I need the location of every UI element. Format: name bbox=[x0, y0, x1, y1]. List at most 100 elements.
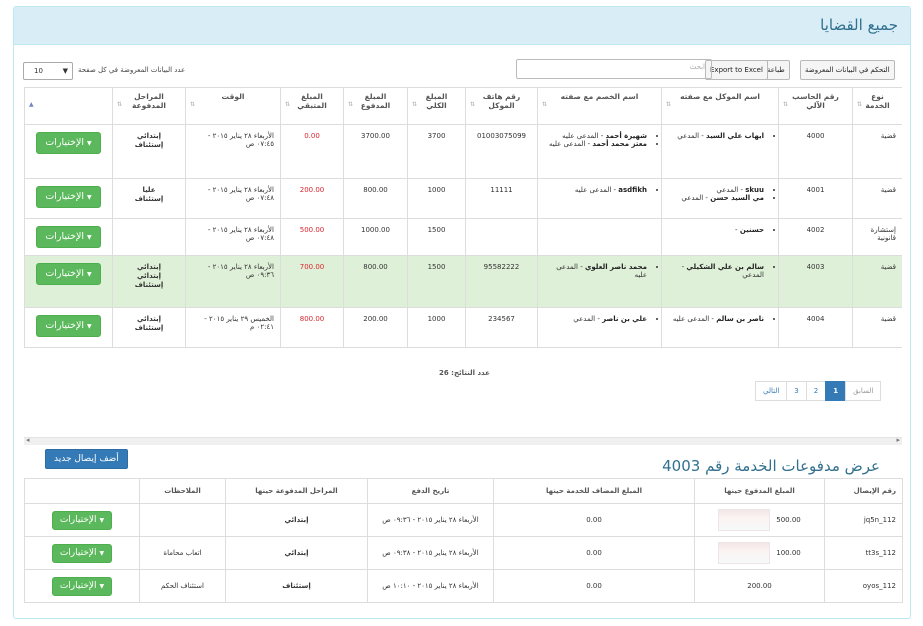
case-row[interactable]: قضية4000 ايهاب علي السيد - المدعي شهيرة أح… bbox=[24, 124, 902, 179]
th-time[interactable]: الوقت ⇅ bbox=[185, 87, 281, 125]
th-client-phone[interactable]: رقم هاتف الموكل ⇅ bbox=[465, 87, 538, 125]
pagination: التالي 3 2 1 السابق bbox=[755, 381, 882, 401]
pagination-next[interactable]: التالي bbox=[755, 381, 788, 401]
pagination-prev[interactable]: السابق bbox=[845, 381, 882, 401]
scroll-left-icon[interactable]: ◂ bbox=[26, 436, 30, 444]
action-label: الإختيارات bbox=[45, 231, 85, 242]
pagination-page-3[interactable]: 3 bbox=[786, 381, 807, 401]
cell-clients: حسنين - bbox=[661, 218, 779, 256]
payment-actions-button[interactable]: ▼الإختيارات bbox=[51, 576, 113, 596]
payment-actions-button[interactable]: ▼الإختيارات bbox=[51, 543, 113, 563]
th-paid-stages[interactable]: المراحل المدفوعة ⇅ bbox=[112, 87, 186, 125]
cell-time: الأربعاء ٢٨ يناير ٢٠١٥ - ٠٩:٣٦ ص bbox=[185, 255, 281, 308]
th-computer-number[interactable]: رقم الحاسب الآلي ⇅ bbox=[778, 87, 853, 125]
cell-stages: عليا إستئناف bbox=[112, 178, 186, 219]
header-label: المبلغ المدفوع bbox=[360, 92, 391, 110]
receipt-thumbnail[interactable] bbox=[718, 509, 771, 531]
payment-row[interactable]: 112_oyos 200.00 0.00 الأربعاء ٢٨ يناير ٢٠١٥… bbox=[24, 569, 903, 603]
cell-opponents bbox=[537, 218, 662, 256]
scroll-right-icon[interactable]: ▸ bbox=[896, 436, 900, 444]
person-item: محمد ناصر العلوي - المدعى عليه bbox=[544, 263, 647, 279]
case-actions-button[interactable]: ▼الإختيارات bbox=[36, 132, 101, 154]
caret-down-icon: ▼ bbox=[87, 194, 92, 201]
th-paid-then: المبلغ المدفوع حينها bbox=[694, 478, 825, 504]
header-label: المبلغ المتبقي bbox=[297, 92, 327, 110]
cell-phone: 95582222 bbox=[465, 255, 538, 308]
cell-type: قضية bbox=[852, 178, 902, 219]
sort-icon[interactable]: ⇅ bbox=[348, 101, 353, 108]
sort-icon[interactable]: ⇅ bbox=[190, 101, 195, 108]
opponents-list: علي بن ناصر - المدعي bbox=[544, 315, 655, 323]
cell-clients: ايهاب علي السيد - المدعي bbox=[661, 124, 779, 179]
cell-stages-then: إبتدائي bbox=[225, 503, 368, 537]
caret-down-icon: ▼ bbox=[87, 140, 92, 147]
header-label: اسم الموكل مع صفته bbox=[680, 92, 760, 101]
sort-icon[interactable]: ⇅ bbox=[412, 101, 417, 108]
cell-phone: 01003075099 bbox=[465, 124, 538, 179]
cases-table-viewport[interactable]: نوع الخدمة ⇅ رقم الحاسب الآلي ⇅ اسم الموكل م… bbox=[24, 87, 902, 355]
th-client[interactable]: اسم الموكل مع صفته ⇅ bbox=[661, 87, 779, 125]
page-length-select[interactable]: 10 ▼ bbox=[23, 62, 73, 80]
th-actions[interactable]: ▲ bbox=[24, 87, 113, 125]
th-opponent[interactable]: اسم الخصم مع صفته ⇅ bbox=[537, 87, 662, 125]
th-service-type[interactable]: نوع الخدمة ⇅ bbox=[852, 87, 902, 125]
payment-actions-button[interactable]: ▼الإختيارات bbox=[51, 510, 113, 530]
case-actions-button[interactable]: ▼الإختيارات bbox=[36, 263, 101, 285]
search-input[interactable]: ابحث bbox=[516, 59, 712, 79]
person-name: محمد ناصر العلوي bbox=[584, 263, 647, 271]
column-control-button[interactable]: التحكم في البيانات المعروضة bbox=[800, 60, 895, 80]
horizontal-scrollbar[interactable]: ◂ ▸ bbox=[24, 436, 902, 445]
results-count: عدد النتائج: 26 bbox=[439, 369, 490, 377]
cell-paid: 200.00 bbox=[343, 307, 408, 348]
sort-icon[interactable]: ▲ bbox=[29, 101, 34, 108]
person-name: شهيرة أحمد bbox=[605, 132, 647, 140]
cell-type: قضية bbox=[852, 255, 902, 308]
person-name: علي بن ناصر bbox=[602, 315, 647, 323]
cell-stages bbox=[112, 218, 186, 256]
header-label: الوقت bbox=[221, 92, 245, 101]
pagination-page-2[interactable]: 2 bbox=[805, 381, 827, 401]
person-item: asdfikh - المدعى عليه bbox=[544, 186, 647, 194]
export-excel-button[interactable]: Export to Excel bbox=[705, 60, 768, 80]
case-actions-button[interactable]: ▼الإختيارات bbox=[36, 226, 101, 248]
person-item: معتز محمد أحمد - المدعى عليه bbox=[544, 140, 647, 148]
receipt-thumbnail[interactable] bbox=[718, 542, 771, 564]
sort-icon[interactable]: ⇅ bbox=[285, 101, 290, 108]
th-remaining-amount[interactable]: المبلغ المتبقي ⇅ bbox=[280, 87, 344, 125]
cell-id: 4003 bbox=[778, 255, 853, 308]
clients-list: ايهاب علي السيد - المدعي bbox=[668, 132, 772, 140]
case-row[interactable]: قضية4003 سالم بن علي الشكيلي - المدعي محمد… bbox=[24, 255, 902, 308]
pagination-page-1[interactable]: 1 bbox=[825, 381, 847, 401]
cell-total: 1500 bbox=[407, 255, 466, 308]
sort-icon[interactable]: ⇅ bbox=[117, 101, 122, 108]
sort-icon[interactable]: ⇅ bbox=[542, 101, 547, 108]
cell-remaining: 200.00 bbox=[280, 178, 344, 219]
case-row[interactable]: إستشارة قانونية4002 حسنين - 15001000.00500… bbox=[24, 218, 902, 256]
person-name: skuu bbox=[745, 186, 764, 194]
caret-down-icon: ▼ bbox=[87, 234, 92, 241]
case-row[interactable]: قضية4004 ناصر بن سالم - المدعى عليه علي بن… bbox=[24, 307, 902, 348]
cell-id: 4001 bbox=[778, 178, 853, 219]
clients-list: ناصر بن سالم - المدعى عليه bbox=[668, 315, 772, 323]
th-paid-amount[interactable]: المبلغ المدفوع ⇅ bbox=[343, 87, 408, 125]
person-name: حسنين bbox=[739, 226, 764, 234]
case-actions-button[interactable]: ▼الإختيارات bbox=[36, 315, 101, 337]
cell-total: 1000 bbox=[407, 178, 466, 219]
sort-icon[interactable]: ⇅ bbox=[666, 101, 671, 108]
opponents-list: شهيرة أحمد - المدعى عليهمعتز محمد أحمد -… bbox=[544, 132, 655, 148]
th-payment-date: تاريخ الدفع bbox=[367, 478, 494, 504]
case-row[interactable]: قضية4001 skuu - المدعيمي السيد حسن - المد… bbox=[24, 178, 902, 219]
payment-row[interactable]: 112_jq5n 500.00 0.00 الأربعاء ٢٨ يناير ٢٠١٥… bbox=[24, 503, 903, 537]
sort-icon[interactable]: ⇅ bbox=[470, 101, 475, 108]
sort-icon[interactable]: ⇅ bbox=[857, 101, 862, 108]
cell-opponents: شهيرة أحمد - المدعى عليهمعتز محمد أحمد -… bbox=[537, 124, 662, 179]
sort-icon[interactable]: ⇅ bbox=[783, 101, 788, 108]
action-label: الإختيارات bbox=[59, 547, 97, 558]
th-total-amount[interactable]: المبلغ الكلي ⇅ bbox=[407, 87, 466, 125]
add-receipt-button[interactable]: أضف إيصال جديد bbox=[45, 449, 128, 469]
payment-row[interactable]: 112_tt3s 100.00 0.00 الأربعاء ٢٨ يناير ٢٠١٥… bbox=[24, 536, 903, 570]
cell-stages: إبتدائي إبتدائي إستئناف bbox=[112, 255, 186, 308]
cell-paid-then: 100.00 bbox=[694, 536, 825, 570]
case-actions-button[interactable]: ▼الإختيارات bbox=[36, 186, 101, 208]
stage-label: إستئناف bbox=[134, 141, 164, 149]
